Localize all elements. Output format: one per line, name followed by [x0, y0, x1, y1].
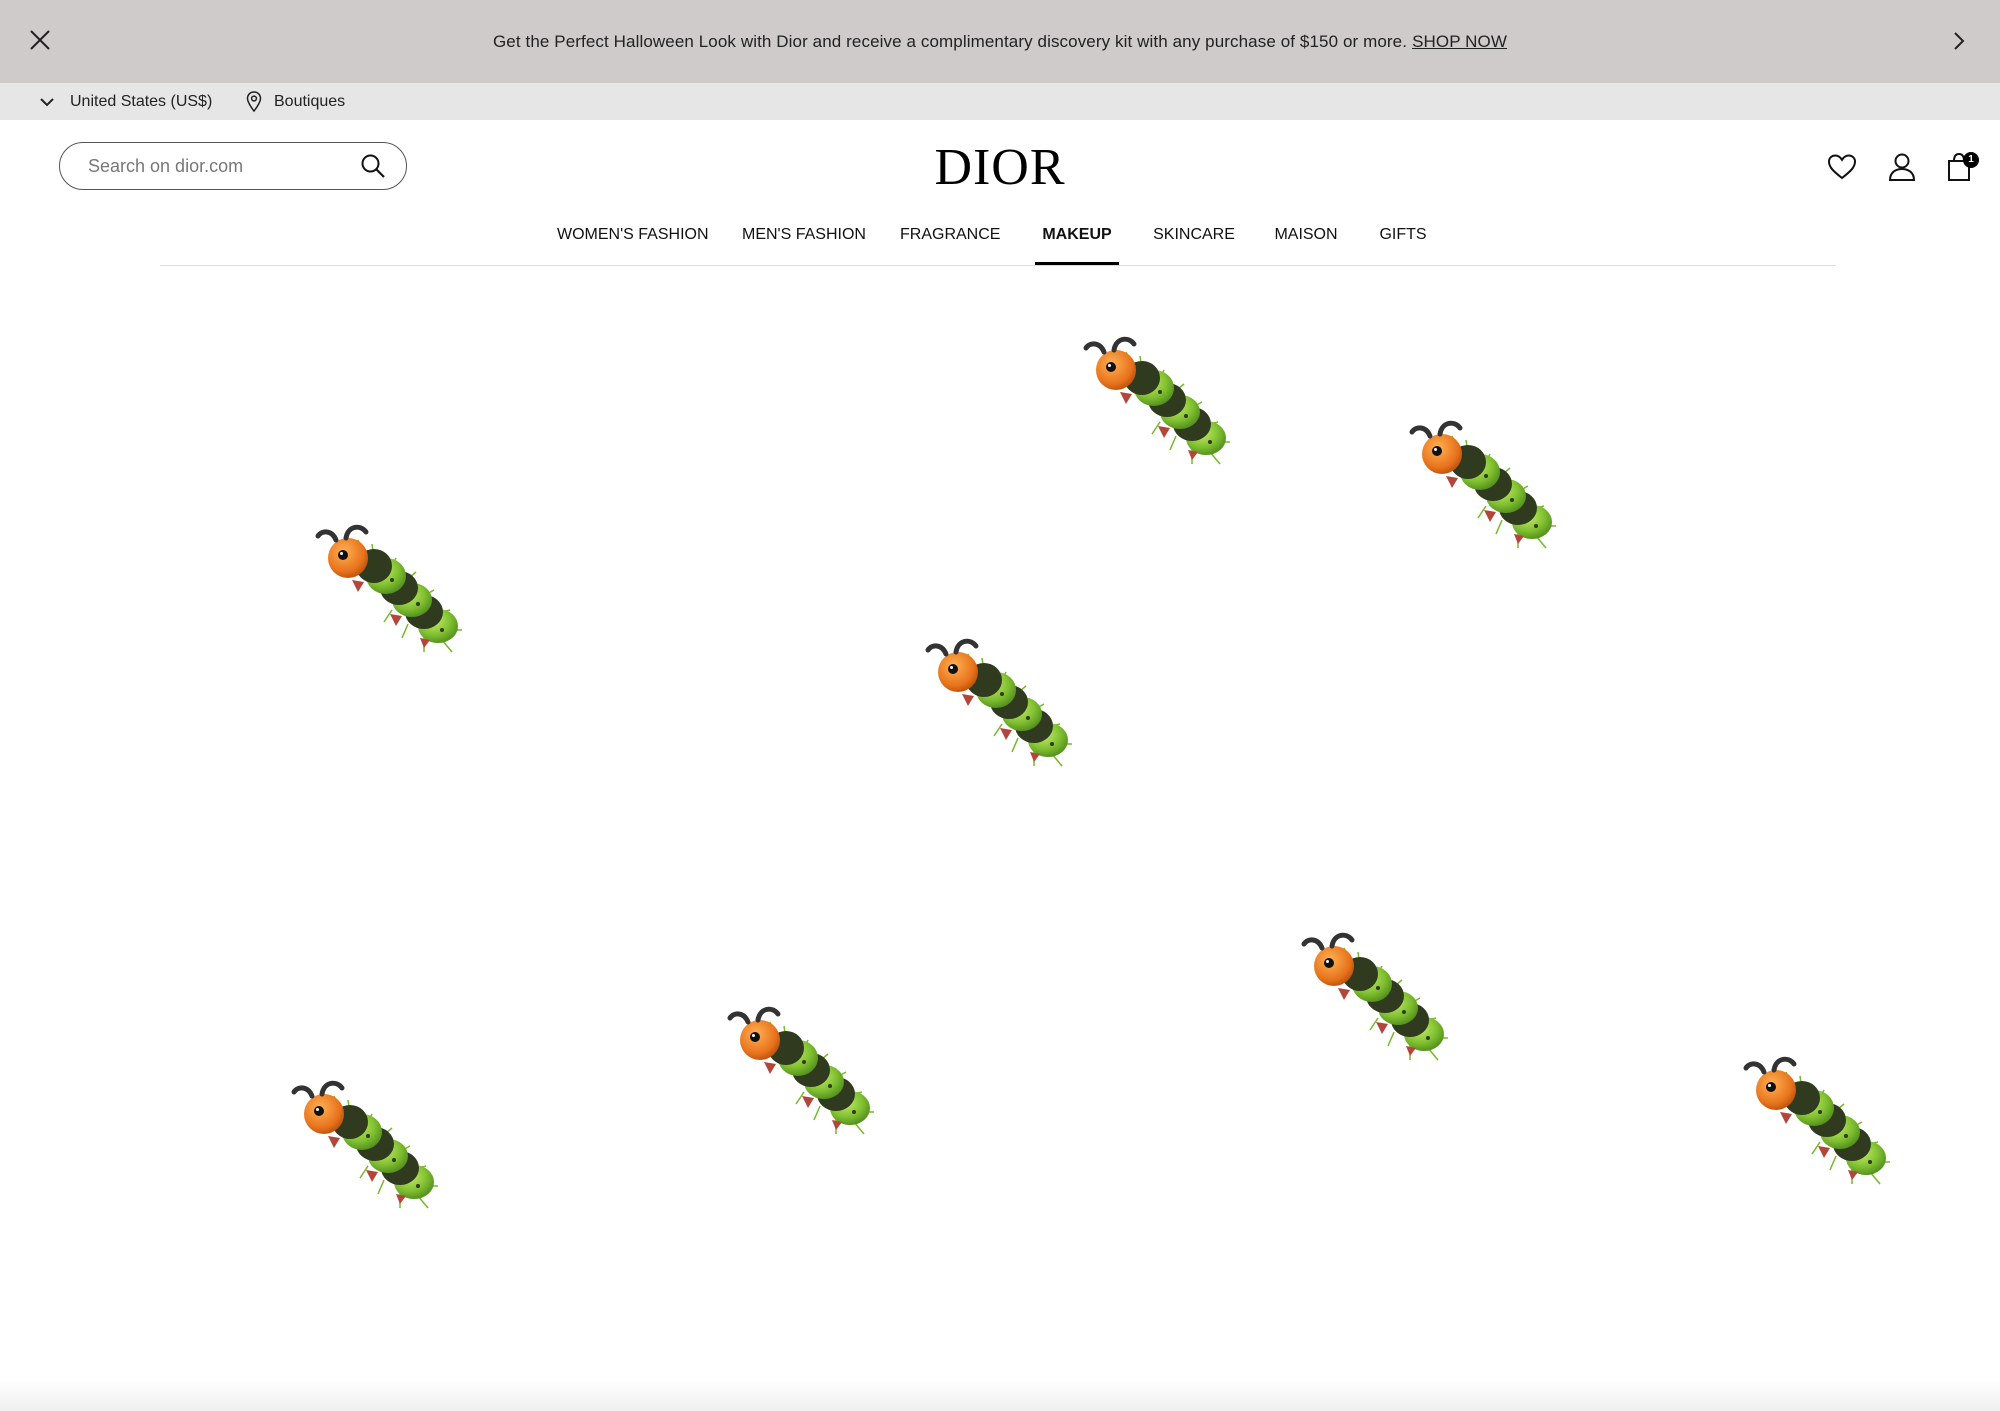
boutiques-label: Boutiques — [274, 92, 346, 110]
search-bar — [59, 142, 407, 190]
search-icon[interactable] — [360, 153, 386, 179]
utility-bar: United States (US$) Boutiques — [0, 83, 2000, 120]
country-label: United States (US$) — [70, 92, 213, 110]
promo-message-container: Get the Perfect Halloween Look with Dior… — [0, 0, 2000, 83]
caterpillar-icon — [922, 632, 1082, 772]
caterpillar-icon — [724, 1000, 884, 1140]
nav-makeup[interactable]: MAKEUP — [1035, 210, 1119, 265]
dior-logo[interactable]: DIOR — [900, 138, 1100, 198]
nav-womens-fashion[interactable]: WOMEN'S FASHION — [557, 210, 709, 265]
caterpillar-icon — [1406, 414, 1566, 554]
bottom-edge — [0, 1380, 2000, 1411]
country-selector[interactable]: United States (US$) — [38, 83, 212, 120]
heart-icon[interactable] — [1827, 152, 1857, 182]
nav-mens-fashion[interactable]: MEN'S FASHION — [742, 210, 866, 265]
boutiques-link[interactable]: Boutiques — [246, 83, 345, 120]
nav-skincare[interactable]: SKINCARE — [1150, 210, 1238, 265]
user-icon[interactable] — [1887, 152, 1917, 182]
promo-message: Get the Perfect Halloween Look with Dior… — [492, 31, 1408, 51]
nav-gifts[interactable]: GIFTS — [1373, 210, 1433, 265]
promo-banner: Get the Perfect Halloween Look with Dior… — [0, 0, 2000, 83]
chevron-down-icon — [40, 97, 54, 106]
main-nav: WOMEN'S FASHION MEN'S FASHION FRAGRANCE … — [160, 210, 1836, 266]
caterpillar-icon — [312, 518, 472, 658]
shop-now-link[interactable]: SHOP NOW — [1412, 32, 1507, 52]
bag-count-badge: 1 — [1963, 152, 1979, 168]
caterpillar-icon — [1298, 926, 1458, 1066]
nav-maison[interactable]: MAISON — [1269, 210, 1343, 265]
location-pin-icon — [246, 90, 262, 112]
nav-fragrance[interactable]: FRAGRANCE — [900, 210, 1000, 265]
search-input[interactable] — [88, 153, 348, 179]
caterpillar-icon — [1740, 1050, 1900, 1190]
caterpillar-icon — [1080, 330, 1240, 470]
caterpillar-icon — [288, 1074, 448, 1214]
chevron-right-icon[interactable] — [1946, 28, 1972, 54]
